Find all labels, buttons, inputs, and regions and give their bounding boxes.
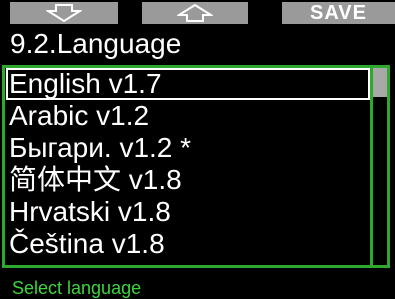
language-item-arabic[interactable]: Arabic v1.2	[6, 100, 370, 132]
language-item-english[interactable]: English v1.7	[6, 68, 370, 100]
language-item-croatian[interactable]: Hrvatski v1.8	[6, 196, 370, 228]
list-scrollbar[interactable]	[370, 68, 387, 265]
language-list: English v1.7 Arabic v1.2 Быгари. v1.2 * …	[6, 68, 370, 260]
arrow-down-icon	[46, 4, 82, 22]
language-item-chinese-simplified[interactable]: 简体中文 v1.8	[6, 164, 370, 196]
save-button-label: SAVE	[310, 1, 367, 24]
softkey-bar: SAVE	[0, 0, 395, 26]
page-title: 9.2.Language	[10, 28, 182, 59]
arrow-up-icon	[177, 4, 213, 22]
down-softkey[interactable]	[10, 2, 118, 24]
scrollbar-thumb[interactable]	[373, 68, 387, 97]
language-item-bulgarian[interactable]: Быгари. v1.2 *	[6, 132, 370, 164]
up-softkey[interactable]	[142, 2, 248, 24]
language-item-czech[interactable]: Čeština v1.8	[6, 228, 370, 260]
status-hint: Select language	[12, 278, 142, 298]
save-button[interactable]: SAVE	[282, 2, 395, 24]
